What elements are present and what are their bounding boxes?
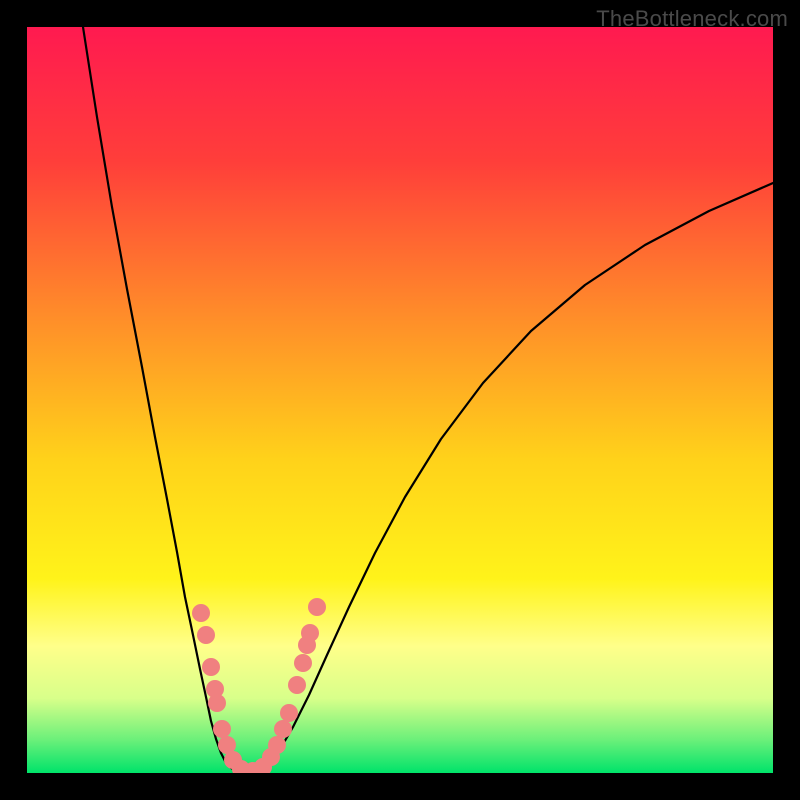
valley-dot [301,624,319,642]
valley-dot [208,694,226,712]
valley-dot [280,704,298,722]
valley-dot [197,626,215,644]
gradient-background [27,27,773,773]
valley-dot [202,658,220,676]
valley-dot [213,720,231,738]
plot-area [27,27,773,773]
valley-dot [308,598,326,616]
valley-dot [294,654,312,672]
valley-dot [192,604,210,622]
plot-svg [27,27,773,773]
chart-frame: TheBottleneck.com [0,0,800,800]
valley-dot [274,720,292,738]
watermark-text: TheBottleneck.com [596,6,788,32]
valley-dot [268,736,286,754]
valley-dot [288,676,306,694]
